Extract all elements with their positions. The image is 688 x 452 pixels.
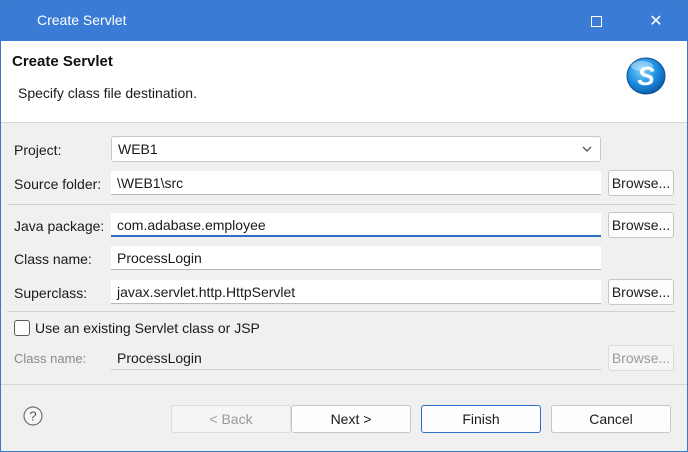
window-title: Create Servlet (37, 12, 127, 28)
svg-text:?: ? (29, 409, 36, 424)
use-existing-checkbox[interactable] (14, 320, 30, 336)
close-button[interactable]: ✕ (633, 1, 679, 41)
servlet-wizard-icon: S (625, 52, 667, 96)
next-button[interactable]: Next > (291, 405, 411, 433)
cancel-button[interactable]: Cancel (551, 405, 671, 433)
use-existing-label[interactable]: Use an existing Servlet class or JSP (35, 320, 260, 336)
separator (7, 311, 675, 312)
title-bar[interactable]: Create Servlet ✕ (1, 1, 687, 41)
project-combo[interactable]: WEB1 (111, 136, 601, 162)
existing-class-name-input: ProcessLogin (111, 346, 601, 370)
java-package-label: Java package: (14, 218, 105, 234)
maximize-icon (590, 15, 602, 27)
java-package-browse-button[interactable]: Browse... (608, 212, 674, 238)
separator (7, 204, 675, 205)
existing-class-browse-button: Browse... (608, 345, 674, 371)
class-name-input[interactable]: ProcessLogin (111, 246, 601, 270)
help-icon[interactable]: ? (23, 406, 43, 426)
finish-button[interactable]: Finish (421, 405, 541, 433)
page-description: Specify class file destination. (18, 85, 197, 101)
java-package-input[interactable]: com.adabase.employee (111, 213, 601, 237)
existing-class-name-label: Class name: (14, 351, 87, 366)
back-button: < Back (171, 405, 291, 433)
create-servlet-dialog: Create Servlet ✕ Create Servlet Specify … (0, 0, 688, 452)
class-name-label: Class name: (14, 251, 92, 267)
superclass-browse-button[interactable]: Browse... (608, 279, 674, 305)
project-value: WEB1 (118, 141, 158, 157)
button-bar: ? < Back Next > Finish Cancel (1, 384, 687, 451)
maximize-button[interactable] (573, 1, 619, 41)
superclass-label: Superclass: (14, 285, 88, 301)
servlet-form: Project: WEB1 Source folder: \WEB1\src B… (1, 124, 687, 384)
superclass-input[interactable]: javax.servlet.http.HttpServlet (111, 280, 601, 304)
page-title: Create Servlet (12, 53, 113, 70)
close-icon: ✕ (649, 13, 663, 30)
wizard-header: Create Servlet Specify class file destin… (1, 41, 687, 123)
source-folder-input[interactable]: \WEB1\src (111, 171, 601, 195)
chevron-down-icon (582, 146, 592, 152)
source-folder-browse-button[interactable]: Browse... (608, 170, 674, 196)
source-folder-label: Source folder: (14, 176, 102, 192)
project-label: Project: (14, 142, 62, 158)
logo-letter: S (637, 61, 655, 91)
